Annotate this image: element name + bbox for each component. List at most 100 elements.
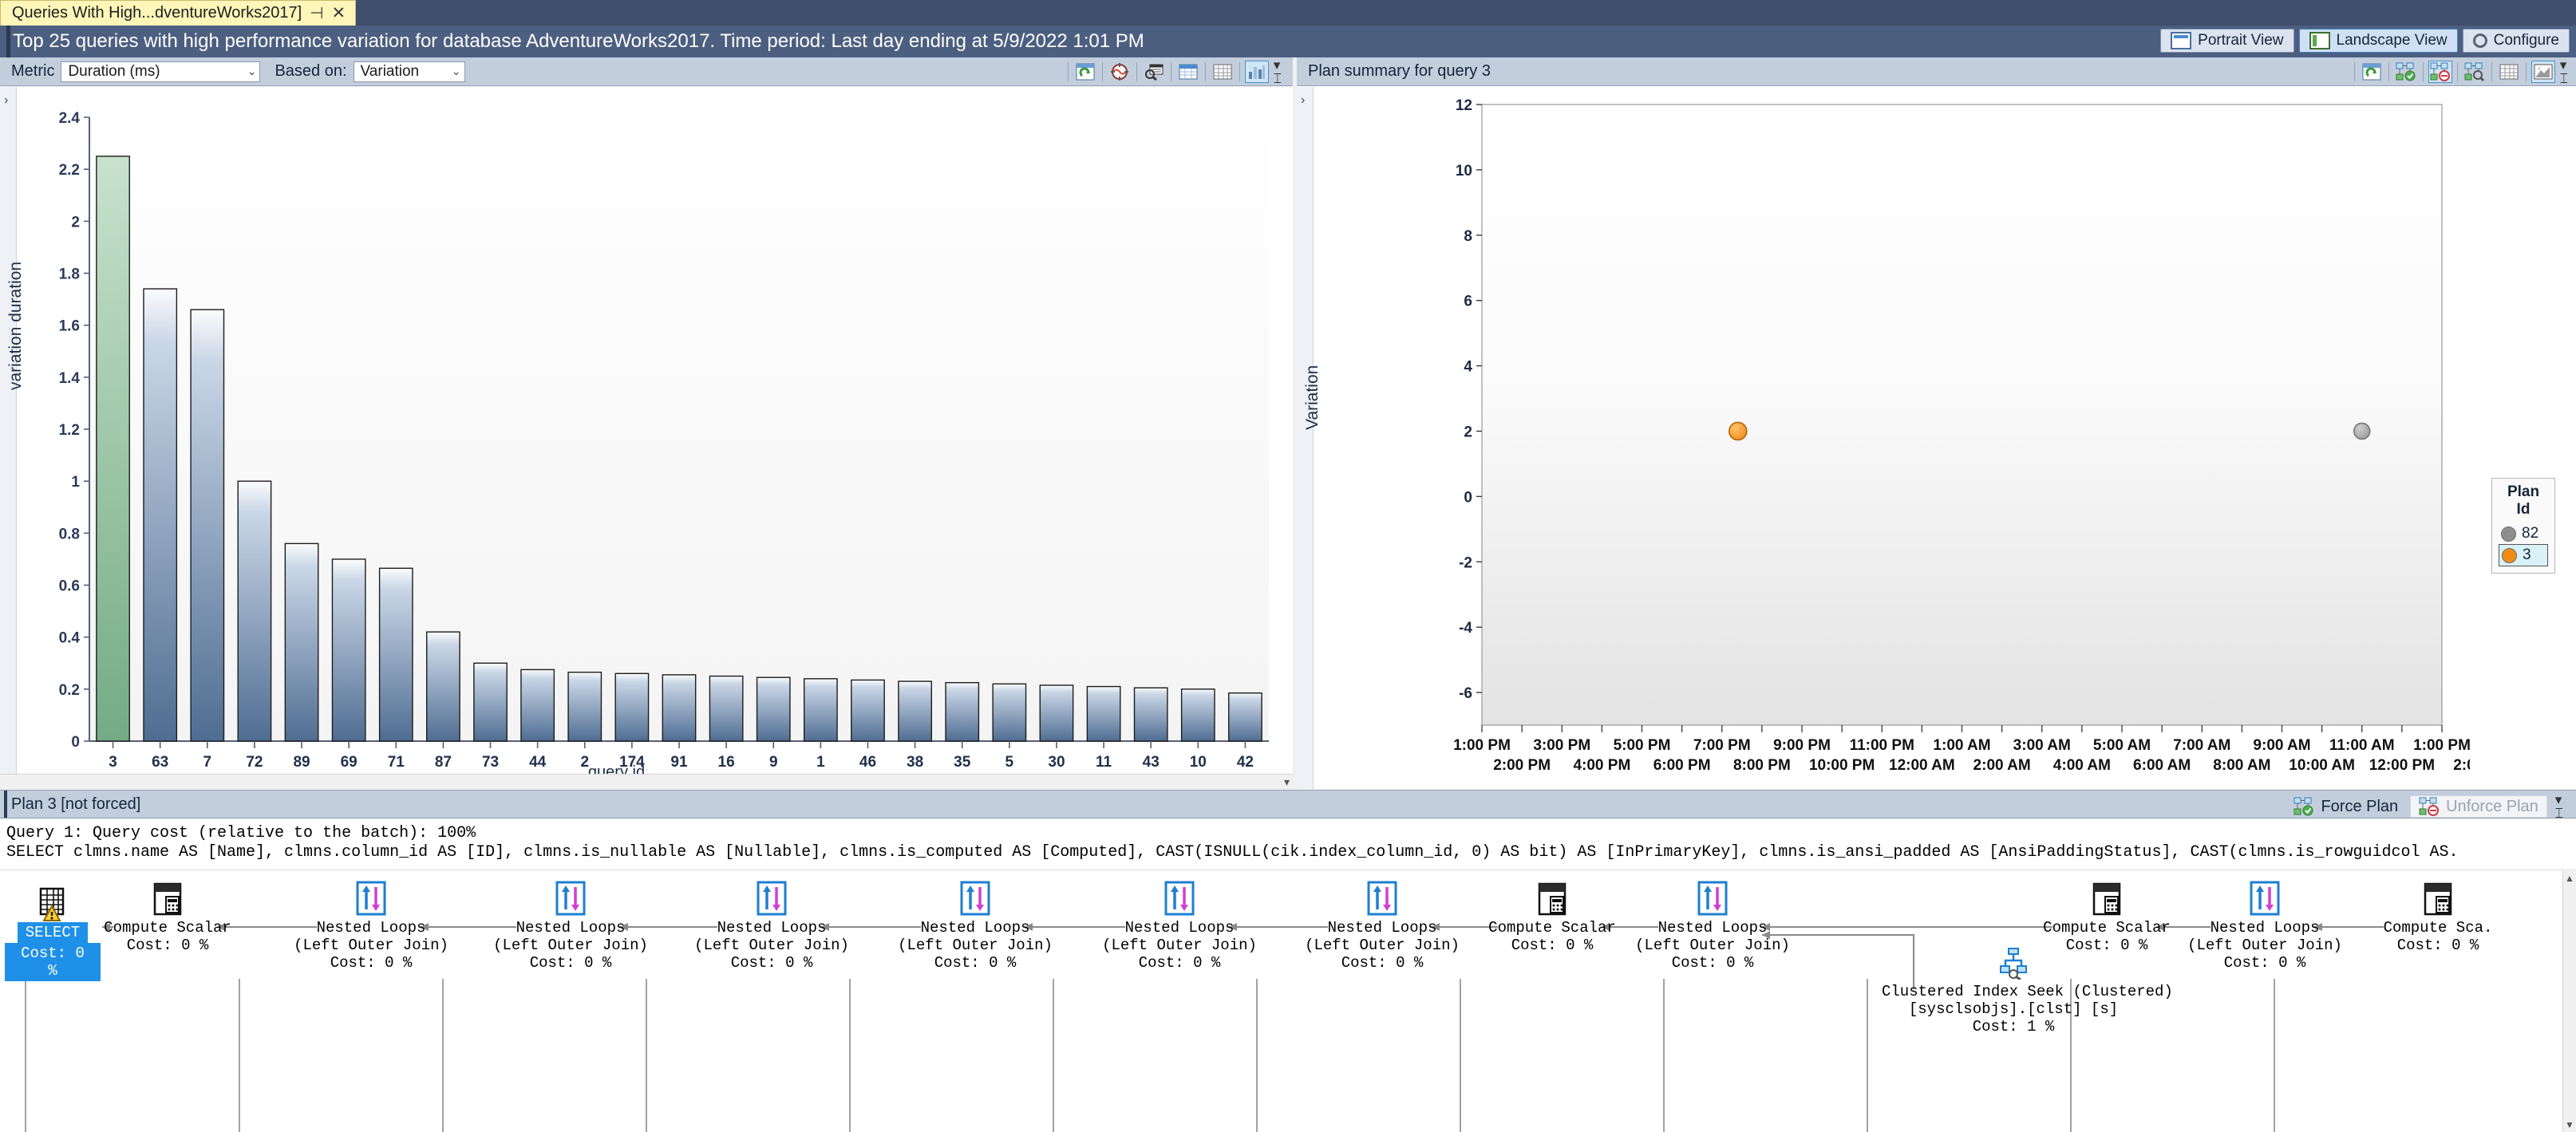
based-on-label: Based on: xyxy=(275,62,347,80)
based-on-select[interactable]: Variation ⌄ xyxy=(353,61,465,82)
plan-node-n2[interactable]: Nested Loops (Left Outer Join) Cost: 0 % xyxy=(267,879,475,972)
plan-node-sublabel: (Left Outer Join) xyxy=(294,937,448,954)
toolbar-separator xyxy=(1101,62,1103,81)
configure-button[interactable]: Configure xyxy=(2462,29,2570,53)
view-query-text-icon[interactable] xyxy=(1142,61,1166,83)
close-icon[interactable]: ✕ xyxy=(332,5,346,22)
gear-icon xyxy=(2472,34,2487,48)
portrait-view-icon xyxy=(2171,32,2192,49)
bar-174 xyxy=(614,672,650,742)
bar-11 xyxy=(1086,685,1121,742)
refresh-icon[interactable] xyxy=(2360,61,2384,83)
svg-text:1.8: 1.8 xyxy=(59,266,80,283)
plan-node-sublabel: (Left Outer Join) xyxy=(1635,937,1790,954)
view-mode-buttons: Portrait View Landscape View Configure xyxy=(2160,29,2570,53)
toolbar-separator xyxy=(1239,62,1240,81)
landscape-view-label: Landscape View xyxy=(2336,32,2448,49)
bar-9 xyxy=(756,676,791,742)
plan-node-sublabel: (Left Outer Join) xyxy=(1102,937,1257,954)
plan-node-n5[interactable]: Nested Loops (Left Outer Join) Cost: 0 % xyxy=(871,879,1079,972)
bar-1 xyxy=(803,678,838,742)
metric-label: Metric xyxy=(11,62,55,80)
horizontal-scrollbar[interactable]: ▾ xyxy=(0,774,1293,789)
scroll-up-arrow-icon[interactable]: ▲ xyxy=(2565,873,2574,884)
toolbar-separator xyxy=(2525,62,2527,81)
bar-63 xyxy=(143,288,178,742)
plan-node-cost: Cost: 1 % xyxy=(1972,1018,2055,1035)
plan-node-n9[interactable]: Nested Loops (Left Outer Join) Cost: 0 % xyxy=(1609,879,1816,972)
compute-scalar-icon xyxy=(64,879,271,916)
configure-metrics-icon[interactable] xyxy=(1108,61,1132,83)
svg-text:7:00 PM: 7:00 PM xyxy=(1693,737,1751,754)
page-title: Top 25 queries with high performance var… xyxy=(13,30,1144,52)
overflow-chevron-icon[interactable]: ▾ ⌶ xyxy=(2555,793,2563,820)
title-accent-bar xyxy=(6,26,10,57)
legend-item-plan-3[interactable]: 3 xyxy=(2499,544,2548,566)
force-plan-button[interactable]: Force Plan xyxy=(2285,795,2407,818)
plan-node-clustered-index-seek[interactable]: Clustered Index Seek (Clustered) [sysclso… xyxy=(1882,943,2173,1035)
compare-plans-icon[interactable] xyxy=(2463,61,2487,83)
plan-node-n3[interactable]: Nested Loops (Left Outer Join) Cost: 0 % xyxy=(467,879,674,972)
svg-text:2:00 PM: 2:00 PM xyxy=(1493,757,1551,773)
plan-node-n6[interactable]: Nested Loops (Left Outer Join) Cost: 0 % xyxy=(1076,879,1283,972)
svg-text:1:00 PM: 1:00 PM xyxy=(2413,737,2470,754)
plan-summary-body: › Variation -6 -4 -2 0 2 4 6 8 10 12 1:00 PM 3:00 P… xyxy=(1297,87,2576,789)
legend-item-plan-82[interactable]: 82 xyxy=(2499,523,2548,544)
plan-vertical-scrollbar[interactable]: ▲ ▼ xyxy=(2562,871,2576,1132)
pin-icon[interactable]: ⊣ xyxy=(310,6,323,22)
right-panel-gutter: › xyxy=(1297,87,1314,789)
grid-icon[interactable] xyxy=(1211,61,1235,83)
scatter-plot-svg[interactable]: -6 -4 -2 0 2 4 6 8 10 12 1:00 PM 3:00 PM 5:00 PM 7:00… xyxy=(1440,95,2511,774)
chart-icon[interactable] xyxy=(1244,61,1269,83)
metric-select[interactable]: Duration (ms) ⌄ xyxy=(61,61,261,82)
plan-summary-panel: Plan summary for query 3 ▾ ⌶ › Variation… xyxy=(1297,57,2576,789)
left-panel-gutter: › xyxy=(0,87,17,789)
bar-2 xyxy=(567,671,603,742)
svg-text:4:00 PM: 4:00 PM xyxy=(1573,757,1630,773)
plan-node-n12[interactable]: Compute Sca. Cost: 0 % xyxy=(2334,879,2542,954)
landscape-view-button[interactable]: Landscape View xyxy=(2298,29,2458,53)
bar-38 xyxy=(898,680,932,742)
chevron-icon[interactable]: › xyxy=(1301,93,1305,108)
detail-grid-icon[interactable] xyxy=(1176,61,1200,83)
toolbar-separator xyxy=(2353,62,2355,81)
chevron-down-icon: ⌄ xyxy=(451,65,461,77)
bar-69 xyxy=(331,558,366,742)
plan-id-legend-title: Plan Id xyxy=(2507,483,2540,518)
scroll-arrow-icon[interactable]: ▾ xyxy=(1284,775,1290,789)
overflow-chevron-icon[interactable]: ▾ ⌶ xyxy=(2560,58,2568,85)
scatter-plot: -6 -4 -2 0 2 4 6 8 10 12 1:00 PM 3:00 PM 5:00 PM 7:00… xyxy=(1440,95,2511,774)
bar-chart-y-axis-label: variation duration xyxy=(6,261,25,390)
bar-73 xyxy=(473,662,508,742)
bar-chart-svg[interactable]: 00.20.40.60.811.21.41.61.822.22.43 63 7 72 8… xyxy=(48,103,1281,777)
unforce-plan-button[interactable]: Unforce Plan xyxy=(2410,795,2547,818)
bar-10 xyxy=(1180,688,1215,742)
plan-node-n1[interactable]: Compute Scalar Cost: 0 % xyxy=(64,879,271,954)
svg-text:12:00 AM: 12:00 AM xyxy=(1889,757,1955,773)
force-plan-label: Force Plan xyxy=(2321,797,2399,815)
bar-46 xyxy=(851,679,885,742)
grid-icon[interactable] xyxy=(2497,61,2521,83)
bar-89 xyxy=(284,542,319,742)
execution-plan-diagram[interactable]: SELECT Cost: 0 % Compute Scalar Cost: 0 % Ne… xyxy=(0,871,2563,1132)
overflow-chevron-icon[interactable]: ▾ ⌶ xyxy=(1274,58,1282,85)
unforce-plan-icon[interactable] xyxy=(2428,61,2452,83)
force-plan-icon[interactable] xyxy=(2394,61,2418,83)
configure-label: Configure xyxy=(2493,32,2559,49)
chevron-icon[interactable]: › xyxy=(4,93,8,108)
portrait-view-button[interactable]: Portrait View xyxy=(2160,29,2294,53)
plan-id-legend: Plan Id 82 3 xyxy=(2491,478,2555,574)
plan-node-n4[interactable]: Nested Loops (Left Outer Join) Cost: 0 % xyxy=(668,879,875,972)
toolbar-separator xyxy=(1204,62,1206,81)
svg-text:-4: -4 xyxy=(1459,620,1472,637)
bar-43 xyxy=(1133,687,1168,742)
chart-view-icon[interactable] xyxy=(2531,61,2555,83)
toolbar-separator xyxy=(2388,62,2389,81)
svg-text:1.4: 1.4 xyxy=(59,370,81,387)
document-tab[interactable]: Queries With High...dventureWorks2017] ⊣… xyxy=(0,0,357,26)
scroll-down-arrow-icon[interactable]: ▼ xyxy=(2565,1119,2574,1130)
refresh-icon[interactable] xyxy=(1073,61,1097,83)
toolbar-separator xyxy=(1136,62,1137,81)
report-title-bar: Top 25 queries with high performance var… xyxy=(0,26,2576,57)
plan-node-cost: Cost: 0 % xyxy=(126,937,209,954)
